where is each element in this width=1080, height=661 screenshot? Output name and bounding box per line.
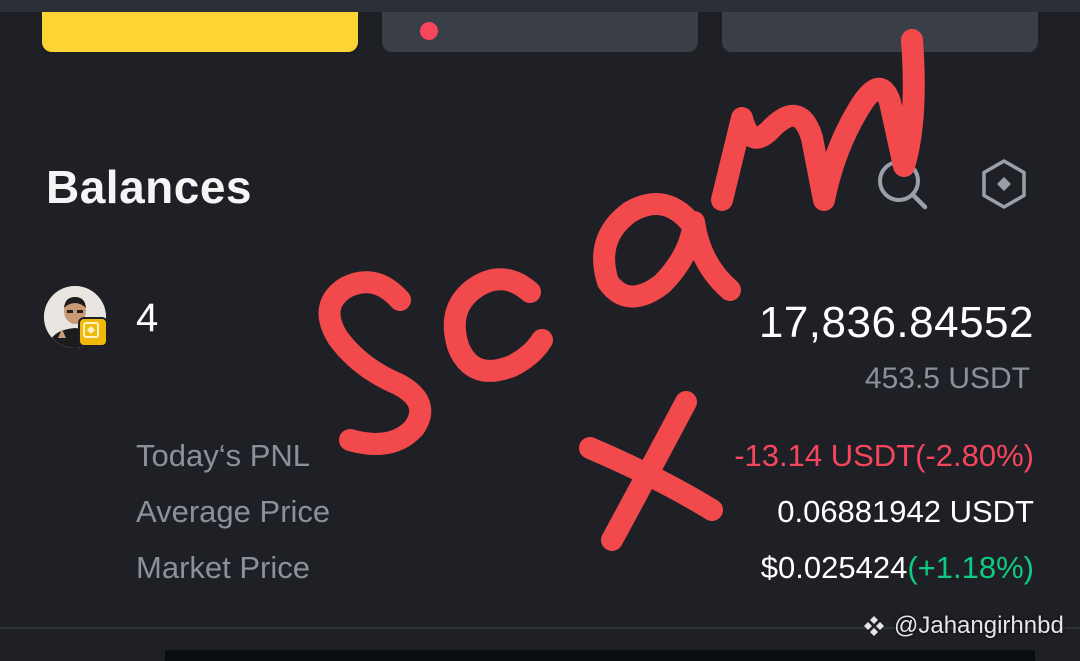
- top-strip: [0, 0, 1080, 12]
- scam-letter-c: [443, 268, 553, 382]
- bottom-strip: [165, 650, 1035, 661]
- notification-dot: [420, 22, 438, 40]
- market-price-value-group: $0.025424(+1.18%): [761, 550, 1034, 586]
- todays-pnl-label: Today‘s PNL: [136, 438, 311, 473]
- asset-value-usdt: 453.5 USDT: [864, 362, 1030, 395]
- watermark-handle: @Jahangirhnbd: [894, 612, 1064, 639]
- asset-amount: 17,836.84552: [758, 298, 1034, 347]
- binance-badge-icon: [78, 317, 108, 347]
- scam-letter-s: [318, 271, 432, 455]
- settings-hex-icon[interactable]: [976, 156, 1032, 212]
- market-price-value: $0.025424: [760, 550, 908, 585]
- average-price-value: 0.06881942 USDT: [777, 494, 1034, 529]
- todays-pnl-value: -13.14 USDT(-2.80%): [734, 438, 1034, 473]
- tertiary-action-button[interactable]: [722, 12, 1038, 52]
- primary-action-button[interactable]: [42, 12, 358, 52]
- binance-logo-icon: [864, 616, 884, 636]
- balances-title: Balances: [46, 161, 253, 213]
- asset-name: 4: [136, 296, 159, 340]
- market-price-label: Market Price: [136, 550, 310, 585]
- scam-x-mark-stroke1: [579, 437, 723, 521]
- scam-x-mark-stroke2: [601, 391, 697, 551]
- search-icon[interactable]: [874, 156, 930, 212]
- market-price-change: (+1.18%): [907, 550, 1034, 585]
- average-price-label: Average Price: [136, 494, 331, 529]
- scam-letter-a: [593, 193, 741, 308]
- watermark: @Jahangirhnbd: [862, 612, 1064, 640]
- secondary-action-button[interactable]: [382, 12, 698, 52]
